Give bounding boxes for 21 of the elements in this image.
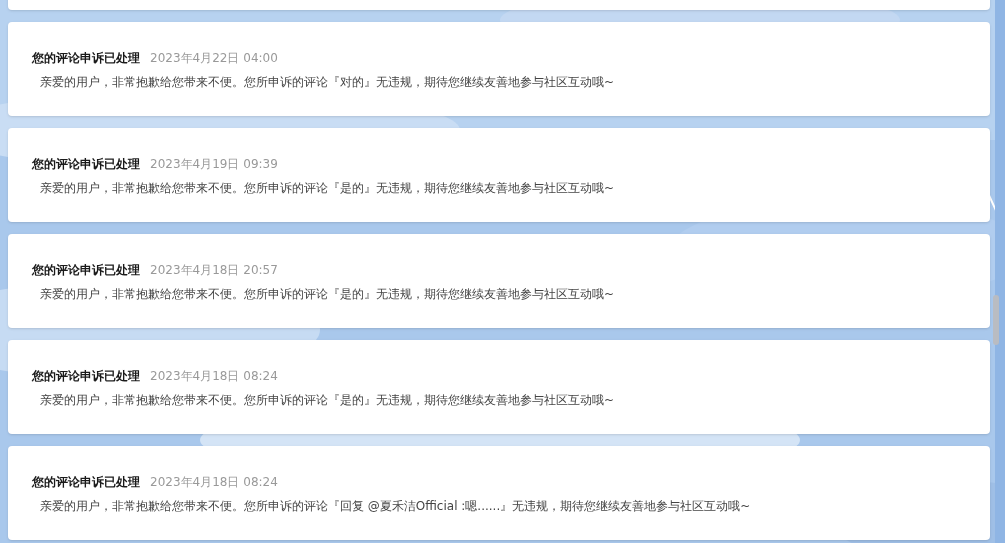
notification-card[interactable]: 您的评论申诉已处理 2023年4月18日 08:24 亲爱的用户，非常抱歉给您带来不便。您所申诉的评论『是的』无违规，期待您继续友善地参与社区互动哦~ — [8, 340, 990, 434]
notification-card[interactable]: 您的评论申诉已处理 2023年4月18日 08:24 亲爱的用户，非常抱歉给您带来不便。您所申诉的评论『回复 @夏禾洁Official :嗯......』无违规，期待您继续友善地参与社区互动哦~ — [8, 446, 990, 540]
notification-card[interactable]: 您的评论申诉已处理 2023年4月18日 20:57 亲爱的用户，非常抱歉给您带来不便。您所申诉的评论『是的』无违规，期待您继续友善地参与社区互动哦~ — [8, 234, 990, 328]
notification-title: 您的评论申诉已处理 — [32, 156, 140, 173]
notification-card[interactable]: 您的评论申诉已处理 2023年4月19日 09:39 亲爱的用户，非常抱歉给您带来不便。您所申诉的评论『是的』无违规，期待您继续友善地参与社区互动哦~ — [8, 128, 990, 222]
scrollbar-thumb[interactable] — [993, 295, 999, 345]
notification-message: 亲爱的用户，非常抱歉给您带来不便。您所申诉的评论『是的』无违规，期待您继续友善地参与社区互动哦~ — [39, 286, 615, 303]
notification-time: 2023年4月22日 04:00 — [150, 50, 278, 67]
notification-message: 亲爱的用户，非常抱歉给您带来不便。您所申诉的评论『是的』无违规，期待您继续友善地参与社区互动哦~ — [39, 180, 615, 197]
notification-time: 2023年4月19日 09:39 — [150, 156, 278, 173]
notification-title: 您的评论申诉已处理 — [32, 368, 140, 385]
notification-message: 亲爱的用户，非常抱歉给您带来不便。您所申诉的评论『回复 @夏禾洁Official :嗯......』无违规，期待您继续友善地参与社区互动哦~ — [39, 498, 751, 515]
notification-time: 2023年4月18日 08:24 — [150, 368, 278, 385]
notification-title: 您的评论申诉已处理 — [32, 262, 140, 279]
notification-title: 您的评论申诉已处理 — [32, 50, 140, 67]
notification-message: 亲爱的用户，非常抱歉给您带来不便。您所申诉的评论『是的』无违规，期待您继续友善地参与社区互动哦~ — [39, 392, 615, 409]
notification-time: 2023年4月18日 08:24 — [150, 474, 278, 491]
notification-message: 亲爱的用户，非常抱歉给您带来不便。您所申诉的评论『对的』无违规，期待您继续友善地参与社区互动哦~ — [39, 74, 615, 91]
notification-title: 您的评论申诉已处理 — [32, 474, 140, 491]
notification-time: 2023年4月18日 20:57 — [150, 262, 278, 279]
notification-card[interactable]: 您的评论申诉已处理 2023年4月22日 04:00 亲爱的用户，非常抱歉给您带来不便。您所申诉的评论『对的』无违规，期待您继续友善地参与社区互动哦~ — [8, 22, 990, 116]
